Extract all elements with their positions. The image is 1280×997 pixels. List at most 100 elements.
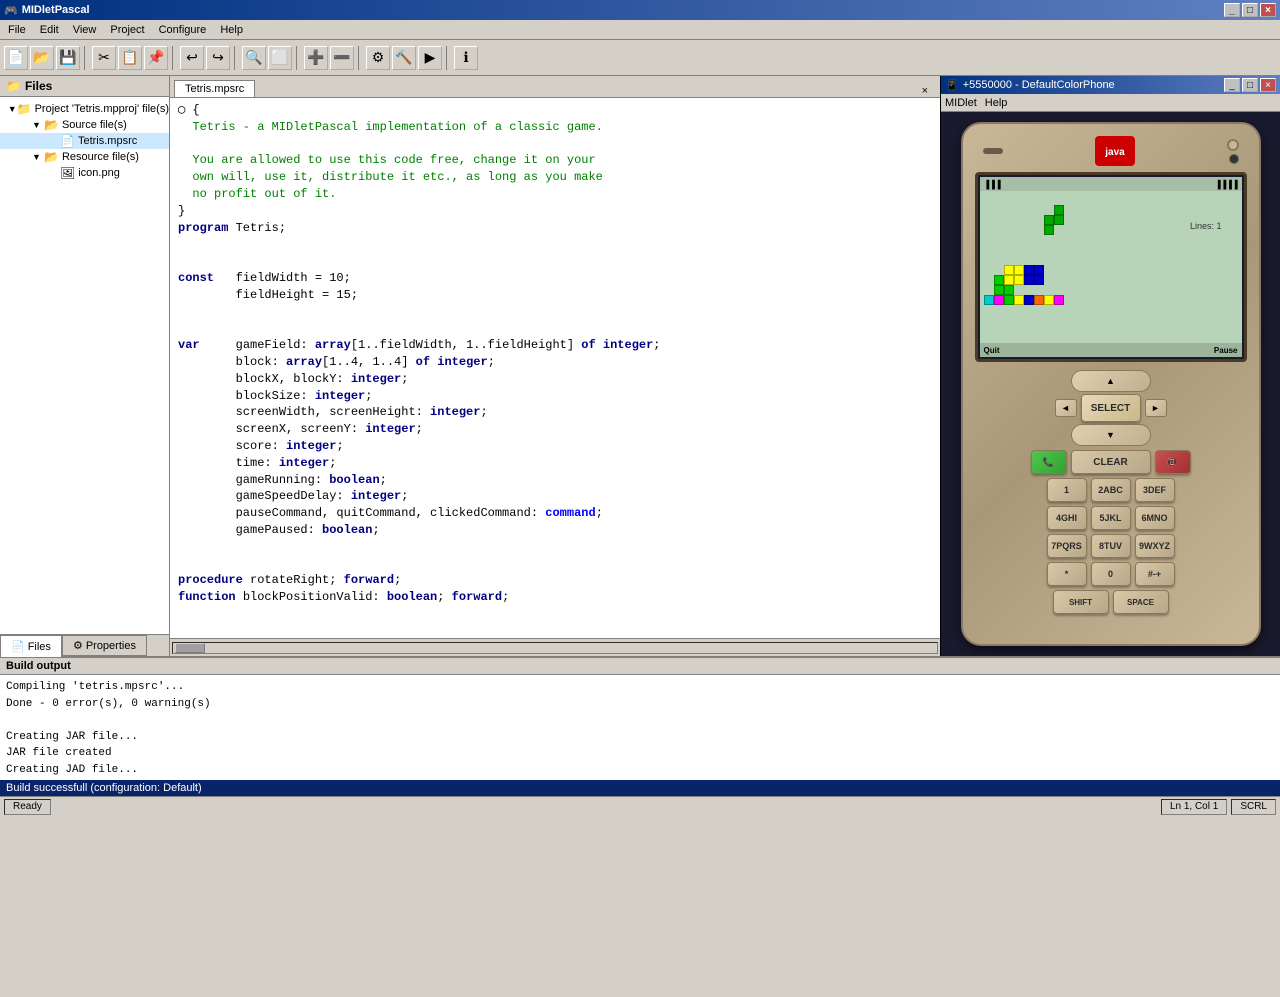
undo-button[interactable]: ↩ bbox=[180, 46, 204, 70]
end-button[interactable]: 📵 bbox=[1155, 450, 1191, 474]
minimize-button[interactable]: _ bbox=[1224, 3, 1240, 17]
softkey-pause[interactable]: Pause bbox=[1214, 346, 1238, 355]
info-button[interactable]: ℹ bbox=[454, 46, 478, 70]
call-button[interactable]: 📞 bbox=[1031, 450, 1067, 474]
phone-camera bbox=[1229, 154, 1239, 164]
lines-counter: Lines: 1 bbox=[1190, 221, 1222, 231]
paste-button[interactable]: 📌 bbox=[144, 46, 168, 70]
editor-tab-tetris[interactable]: Tetris.mpsrc bbox=[174, 80, 255, 97]
phone-close[interactable]: × bbox=[1260, 78, 1276, 92]
phone-title-controls[interactable]: _ □ × bbox=[1224, 78, 1276, 92]
copy-button[interactable]: 📋 bbox=[118, 46, 142, 70]
phone-minimize[interactable]: _ bbox=[1224, 78, 1240, 92]
tree-source[interactable]: ▼ 📂 Source file(s) bbox=[0, 117, 169, 133]
tetris-cell bbox=[1034, 265, 1044, 275]
tetris-cell bbox=[1054, 205, 1064, 215]
nav-up-button[interactable]: ▲ bbox=[1071, 370, 1151, 392]
key-7[interactable]: 7PQRS bbox=[1047, 534, 1087, 558]
files-tab[interactable]: 📄 Files bbox=[0, 635, 62, 657]
add-button[interactable]: ➕ bbox=[304, 46, 328, 70]
key-1[interactable]: 1 bbox=[1047, 478, 1087, 502]
tetris-cell bbox=[984, 295, 994, 305]
nav-down-button[interactable]: ▼ bbox=[1071, 424, 1151, 446]
key-5[interactable]: 5JKL bbox=[1091, 506, 1131, 530]
nav-left-button[interactable]: ◄ bbox=[1055, 399, 1077, 417]
remove-button[interactable]: ➖ bbox=[330, 46, 354, 70]
title-controls[interactable]: _ □ × bbox=[1224, 3, 1276, 17]
phone-background: java ▐▐▐ ▐▐▐▐ bbox=[941, 112, 1280, 656]
maximize-button[interactable]: □ bbox=[1242, 3, 1258, 17]
code-editor[interactable]: ◯ { Tetris - a MIDletPascal implementati… bbox=[170, 98, 940, 638]
menu-edit[interactable]: Edit bbox=[34, 22, 65, 38]
build-output-content[interactable]: Compiling 'tetris.mpsrc'... Done - 0 err… bbox=[0, 675, 1280, 780]
key-8[interactable]: 8TUV bbox=[1091, 534, 1131, 558]
tetris-cell bbox=[1014, 265, 1024, 275]
phone-screen-bezel: ▐▐▐ ▐▐▐▐ Lines: 1 Quit Pause bbox=[975, 172, 1247, 362]
key-6[interactable]: 6MNO bbox=[1135, 506, 1175, 530]
call-row: 📞 CLEAR 📵 bbox=[1031, 450, 1191, 474]
tree-resource[interactable]: ▼ 📂 Resource file(s) bbox=[0, 149, 169, 165]
key-shift[interactable]: SHIFT bbox=[1053, 590, 1109, 614]
properties-tab[interactable]: ⚙ Properties bbox=[62, 635, 147, 656]
build-line-5: JAR file created bbox=[6, 745, 1274, 762]
properties-tab-label: Properties bbox=[86, 640, 136, 652]
key-space[interactable]: SPACE bbox=[1113, 590, 1169, 614]
nav-right-button[interactable]: ► bbox=[1145, 399, 1167, 417]
key-star[interactable]: * bbox=[1047, 562, 1087, 586]
select-button[interactable]: SELECT bbox=[1081, 394, 1141, 422]
phone-panel: 📱 +5550000 - DefaultColorPhone _ □ × MID… bbox=[940, 76, 1280, 656]
key-0[interactable]: 0 bbox=[1091, 562, 1131, 586]
status-right: Ln 1, Col 1 SCRL bbox=[1161, 799, 1276, 815]
src-file-icon: 📄 bbox=[60, 134, 75, 148]
menu-configure[interactable]: Configure bbox=[153, 22, 213, 38]
phone-button-top[interactable] bbox=[1227, 139, 1239, 151]
breakpoint-button[interactable]: ⬜ bbox=[268, 46, 292, 70]
phone-maximize[interactable]: □ bbox=[1242, 78, 1258, 92]
run-button[interactable]: ▶ bbox=[418, 46, 442, 70]
menu-file[interactable]: File bbox=[2, 22, 32, 38]
build-button[interactable]: 🔨 bbox=[392, 46, 416, 70]
build-line-4: Creating JAR file... bbox=[6, 729, 1274, 746]
key-hash[interactable]: #-+ bbox=[1135, 562, 1175, 586]
build-output: Build output Compiling 'tetris.mpsrc'...… bbox=[0, 656, 1280, 796]
softkey-quit[interactable]: Quit bbox=[984, 346, 1000, 355]
tree-project-label: Project 'Tetris.mpproj' file(s) bbox=[35, 103, 169, 115]
open-button[interactable]: 📂 bbox=[30, 46, 54, 70]
key-2[interactable]: 2ABC bbox=[1091, 478, 1131, 502]
tree-resource-label: Resource file(s) bbox=[62, 151, 139, 163]
save-button[interactable]: 💾 bbox=[56, 46, 80, 70]
files-tab-label: Files bbox=[28, 641, 51, 653]
phone-menu-help[interactable]: Help bbox=[985, 97, 1008, 109]
tetris-cell bbox=[1004, 265, 1014, 275]
redo-button[interactable]: ↪ bbox=[206, 46, 230, 70]
files-icon: 📁 bbox=[6, 79, 21, 93]
menu-view[interactable]: View bbox=[67, 22, 103, 38]
clear-button[interactable]: CLEAR bbox=[1071, 450, 1151, 474]
tetris-cell bbox=[1054, 215, 1064, 225]
source-folder-icon: 📂 bbox=[44, 118, 59, 132]
new-button[interactable]: 📄 bbox=[4, 46, 28, 70]
tree-tetris-src[interactable]: 📄 Tetris.mpsrc bbox=[0, 133, 169, 149]
resource-folder-icon: 📂 bbox=[44, 150, 59, 164]
settings-button[interactable]: ⚙ bbox=[366, 46, 390, 70]
files-panel: 📁 Files ▼ 📁 Project 'Tetris.mpproj' file… bbox=[0, 76, 170, 656]
tree-icon-png[interactable]: 🖼 icon.png bbox=[0, 165, 169, 181]
tree-project[interactable]: ▼ 📁 Project 'Tetris.mpproj' file(s) bbox=[0, 101, 169, 117]
key-4[interactable]: 4GHI bbox=[1047, 506, 1087, 530]
close-editor-tab[interactable]: × bbox=[922, 85, 936, 97]
menu-project[interactable]: Project bbox=[104, 22, 150, 38]
phone-device: java ▐▐▐ ▐▐▐▐ bbox=[961, 122, 1261, 646]
tetris-cell bbox=[1044, 295, 1054, 305]
cut-button[interactable]: ✂ bbox=[92, 46, 116, 70]
java-logo: java bbox=[1095, 136, 1135, 166]
properties-tab-icon: ⚙ bbox=[73, 639, 83, 652]
num-row-2: 4GHI 5JKL 6MNO bbox=[1047, 506, 1175, 530]
close-button[interactable]: × bbox=[1260, 3, 1276, 17]
search-button[interactable]: 🔍 bbox=[242, 46, 266, 70]
num-row-3: 7PQRS 8TUV 9WXYZ bbox=[1047, 534, 1175, 558]
menu-help[interactable]: Help bbox=[214, 22, 249, 38]
phone-menu-midlet[interactable]: MIDlet bbox=[945, 97, 977, 109]
key-3[interactable]: 3DEF bbox=[1135, 478, 1175, 502]
editor-scrollbar[interactable] bbox=[170, 638, 940, 656]
key-9[interactable]: 9WXYZ bbox=[1135, 534, 1175, 558]
